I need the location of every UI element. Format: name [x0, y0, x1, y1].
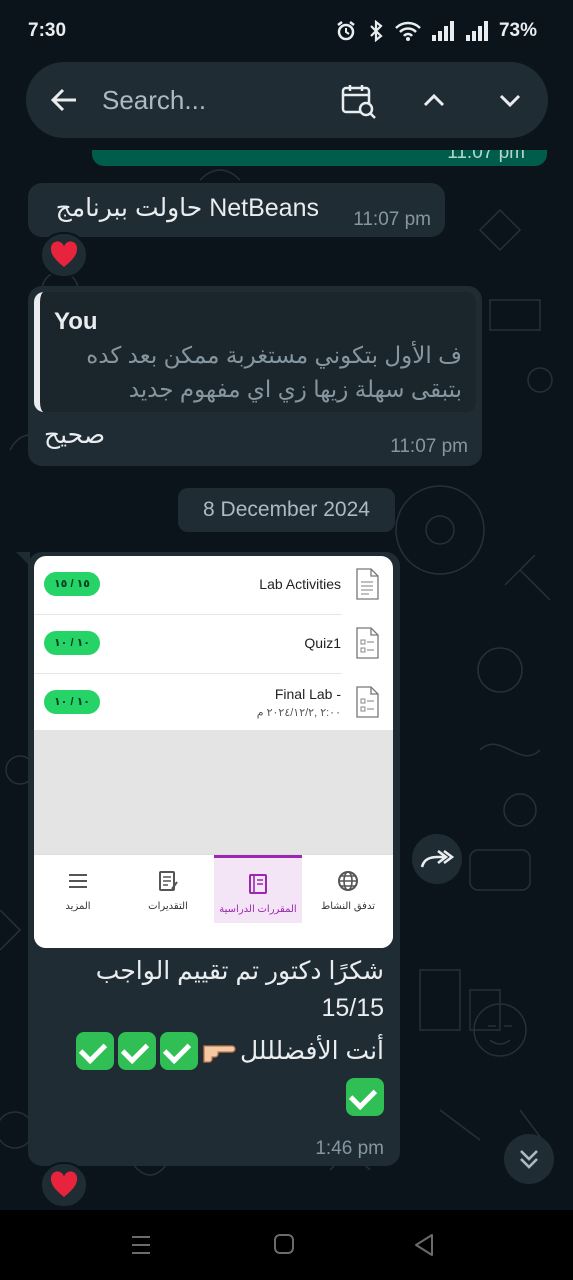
- tab-label: المزيد: [65, 901, 91, 912]
- courses-icon: [249, 874, 267, 894]
- quote-text-line: ف الأول بتكوني مستغربة ممكن بعد كده: [86, 342, 462, 368]
- forward-icon: [420, 849, 454, 868]
- check-mark-icon: [76, 1032, 114, 1070]
- alarm-icon: [337, 21, 355, 41]
- message-text: صحيح: [44, 421, 106, 449]
- assignment-row: ١٠ / ١٠ Quiz1: [34, 615, 393, 674]
- empty-content-area: [34, 730, 393, 854]
- message-text: أنت الأفضلللل: [240, 1037, 384, 1065]
- reply-message-bubble[interactable]: You ف الأول بتكوني مستغربة ممكن بعد كده …: [28, 286, 482, 466]
- wifi-icon: [395, 21, 421, 41]
- message-text: حاولت ببرنامج NetBeans: [55, 194, 319, 222]
- tab-label: تدفق النشاط: [321, 901, 375, 912]
- quote-text-line: بتبقى سهلة زيها زي اي مفهوم جديد: [128, 376, 462, 402]
- grades-icon: [159, 871, 178, 891]
- tab-courses: المقررات الدراسية: [214, 855, 302, 923]
- tab-label: التقديرات: [148, 901, 188, 912]
- quiz-icon: [356, 627, 379, 659]
- bubble-tail: [16, 552, 30, 566]
- assignment-due-date: ٢:٠٠ ,٢٠٢٤/١٢/٢ م: [256, 707, 341, 719]
- grade-badge: ١٠ / ١٠: [44, 690, 100, 714]
- back-icon[interactable]: [412, 1232, 436, 1258]
- home-icon[interactable]: [272, 1232, 296, 1256]
- image-message-bubble[interactable]: ١٥ / ١٥ Lab Activities ١٠ / ١٠ Quiz1 ١٠ …: [16, 552, 400, 1166]
- status-bar: 7:30 73%: [0, 0, 573, 62]
- signal-icon-1: [431, 21, 454, 41]
- system-navigation-bar: [0, 1210, 573, 1280]
- assignment-title: Quiz1: [304, 635, 341, 651]
- heart-icon: [50, 241, 78, 267]
- quiz-icon: [356, 686, 379, 718]
- reaction-badge[interactable]: [40, 1162, 88, 1208]
- chevron-down-icon[interactable]: [496, 86, 524, 114]
- check-mark-icon: [160, 1032, 198, 1070]
- battery-level: 73%: [498, 20, 537, 41]
- message-text: شكرًا دكتور تم تقييم الواجب: [95, 957, 384, 985]
- back-arrow-icon[interactable]: [48, 84, 80, 116]
- message-time: 1:46 pm: [315, 1138, 384, 1159]
- heart-icon: [50, 1171, 78, 1197]
- grade-badge: ١٥ / ١٥: [44, 572, 100, 596]
- search-header: Search...: [0, 54, 573, 150]
- recent-apps-icon[interactable]: [128, 1232, 154, 1258]
- check-mark-icon: [118, 1032, 156, 1070]
- signal-icon-2: [465, 21, 488, 41]
- incoming-message-bubble[interactable]: حاولت ببرنامج NetBeans 11:07 pm: [28, 183, 445, 237]
- date-separator: 8 December 2024: [178, 488, 395, 532]
- quoted-message[interactable]: You ف الأول بتكوني مستغربة ممكن بعد كده …: [34, 292, 476, 412]
- document-icon: [356, 568, 379, 600]
- calendar-search-icon[interactable]: [340, 82, 378, 120]
- chat-area[interactable]: 11:07 pm حاولت ببرنامج NetBeans 11:07 pm…: [0, 150, 573, 1210]
- menu-icon: [69, 874, 87, 888]
- globe-icon: [338, 871, 358, 891]
- message-text-line: أنت الأفضلللل: [76, 1032, 384, 1070]
- double-chevron-down-icon: [520, 1150, 538, 1169]
- reaction-badge[interactable]: [40, 232, 88, 278]
- assignment-row: ١٥ / ١٥ Lab Activities: [34, 556, 393, 615]
- message-time: 11:07 pm: [390, 436, 468, 457]
- outgoing-message-bubble[interactable]: 11:07 pm: [92, 150, 547, 166]
- attached-screenshot[interactable]: ١٥ / ١٥ Lab Activities ١٠ / ١٠ Quiz1 ١٠ …: [34, 556, 393, 948]
- status-icons: 73%: [335, 20, 537, 42]
- message-time: 11:07 pm: [353, 209, 431, 230]
- grade-badge: ١٠ / ١٠: [44, 631, 100, 655]
- search-bar: Search...: [26, 62, 548, 138]
- assignment-title: Final Lab -: [274, 686, 341, 702]
- pointing-hand-icon: [203, 1045, 236, 1063]
- scroll-to-bottom-button[interactable]: [504, 1134, 554, 1184]
- message-text: 15/15: [321, 994, 384, 1022]
- assignment-title: Lab Activities: [259, 576, 341, 592]
- search-input[interactable]: Search...: [102, 85, 206, 116]
- tab-more: المزيد: [34, 855, 122, 923]
- tab-label: المقررات الدراسية: [219, 904, 297, 915]
- app-tab-bar: المزيد التقديرات المقررات الدراسية تدفق …: [34, 854, 393, 948]
- chevron-up-icon[interactable]: [420, 86, 448, 114]
- message-text-line: [346, 1078, 384, 1121]
- tab-grades: التقديرات: [124, 855, 212, 923]
- bluetooth-icon: [370, 20, 383, 42]
- status-time: 7:30: [28, 20, 67, 41]
- message-time: 11:07 pm: [447, 150, 525, 163]
- quote-author: You: [54, 308, 98, 335]
- assignment-row: ١٠ / ١٠ Final Lab - ٢:٠٠ ,٢٠٢٤/١٢/٢ م: [34, 674, 393, 733]
- check-mark-icon: [346, 1078, 384, 1116]
- forward-button[interactable]: [412, 834, 462, 884]
- tab-activity-stream: تدفق النشاط: [304, 855, 392, 923]
